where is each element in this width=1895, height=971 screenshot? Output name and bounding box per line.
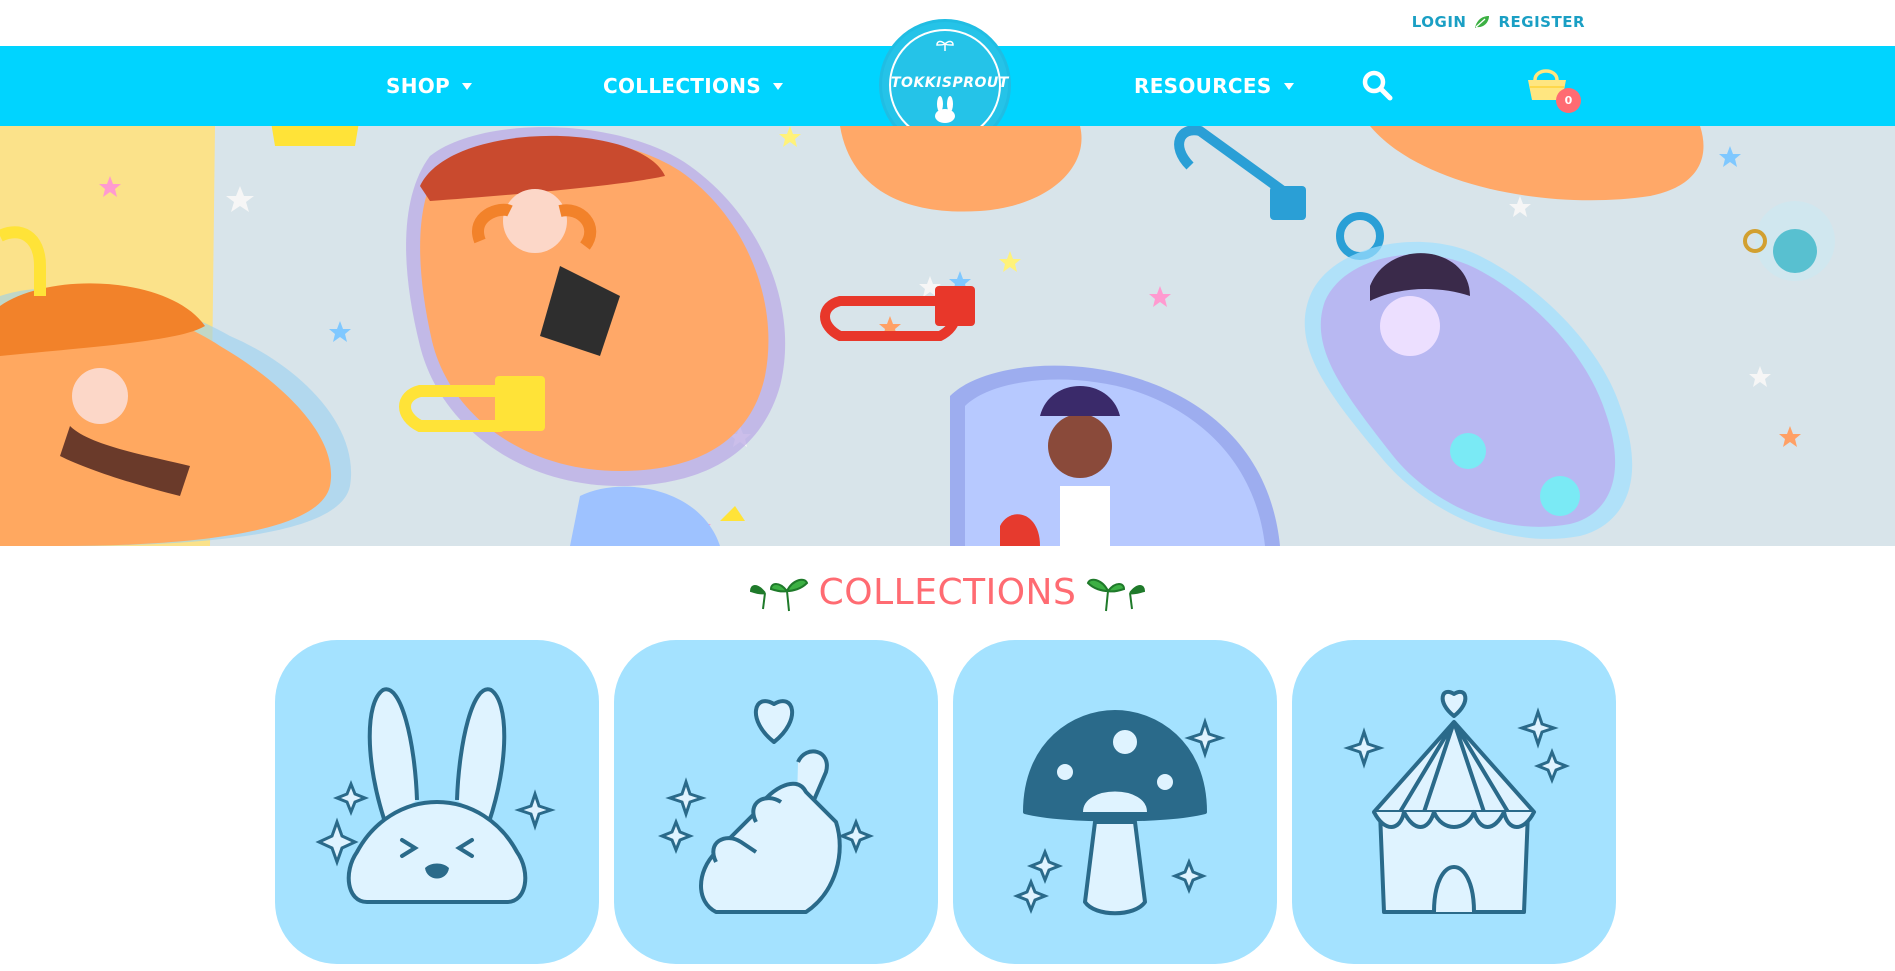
caret-down-icon [462, 82, 473, 90]
bunny-logo-icon [935, 96, 955, 123]
collection-tile-finger-heart[interactable] [614, 640, 938, 964]
caret-down-icon [1283, 82, 1294, 90]
nav-shop-label: SHOP [386, 74, 451, 98]
mushroom-icon [1012, 710, 1226, 916]
search-icon[interactable] [1360, 68, 1394, 102]
nav-collections[interactable]: COLLECTIONS [603, 74, 784, 98]
sprout-icon [1087, 578, 1146, 611]
collection-tile-bunny[interactable] [275, 640, 599, 964]
finger-heart-icon [657, 699, 875, 914]
page: LOGIN REGISTER SHOP COLLECTIONS RESOURCE… [0, 0, 1895, 971]
login-link[interactable]: LOGIN [1412, 13, 1467, 31]
collections-heading: COLLECTIONS [0, 572, 1895, 613]
sprout-icon [749, 578, 808, 611]
account-links: LOGIN REGISTER [1412, 13, 1585, 31]
nav-collections-label: COLLECTIONS [603, 74, 762, 98]
sprout-logo-icon [936, 40, 954, 51]
caret-down-icon [773, 82, 784, 90]
bunny-icon [315, 687, 556, 904]
register-link[interactable]: REGISTER [1498, 13, 1585, 31]
cart-button[interactable]: 0 [1524, 62, 1581, 113]
nav-shop[interactable]: SHOP [386, 74, 473, 98]
cart-count-badge: 0 [1556, 88, 1581, 113]
leaf-icon [1475, 16, 1490, 28]
logo-ring: TOKKISPROUT [889, 29, 1009, 141]
nav-resources-label: RESOURCES [1134, 74, 1272, 98]
logo-text: TOKKISPROUT [891, 75, 1009, 91]
collection-tile-circus-tent[interactable] [1292, 640, 1616, 964]
collections-title: COLLECTIONS [818, 572, 1077, 613]
hero-banner [0, 126, 1895, 546]
collection-tile-mushroom[interactable] [953, 640, 1277, 964]
circus-tent-icon [1343, 690, 1571, 914]
nav-resources[interactable]: RESOURCES [1134, 74, 1294, 98]
collection-tiles [275, 640, 1616, 964]
acrylic-charms-photo [0, 126, 1895, 546]
